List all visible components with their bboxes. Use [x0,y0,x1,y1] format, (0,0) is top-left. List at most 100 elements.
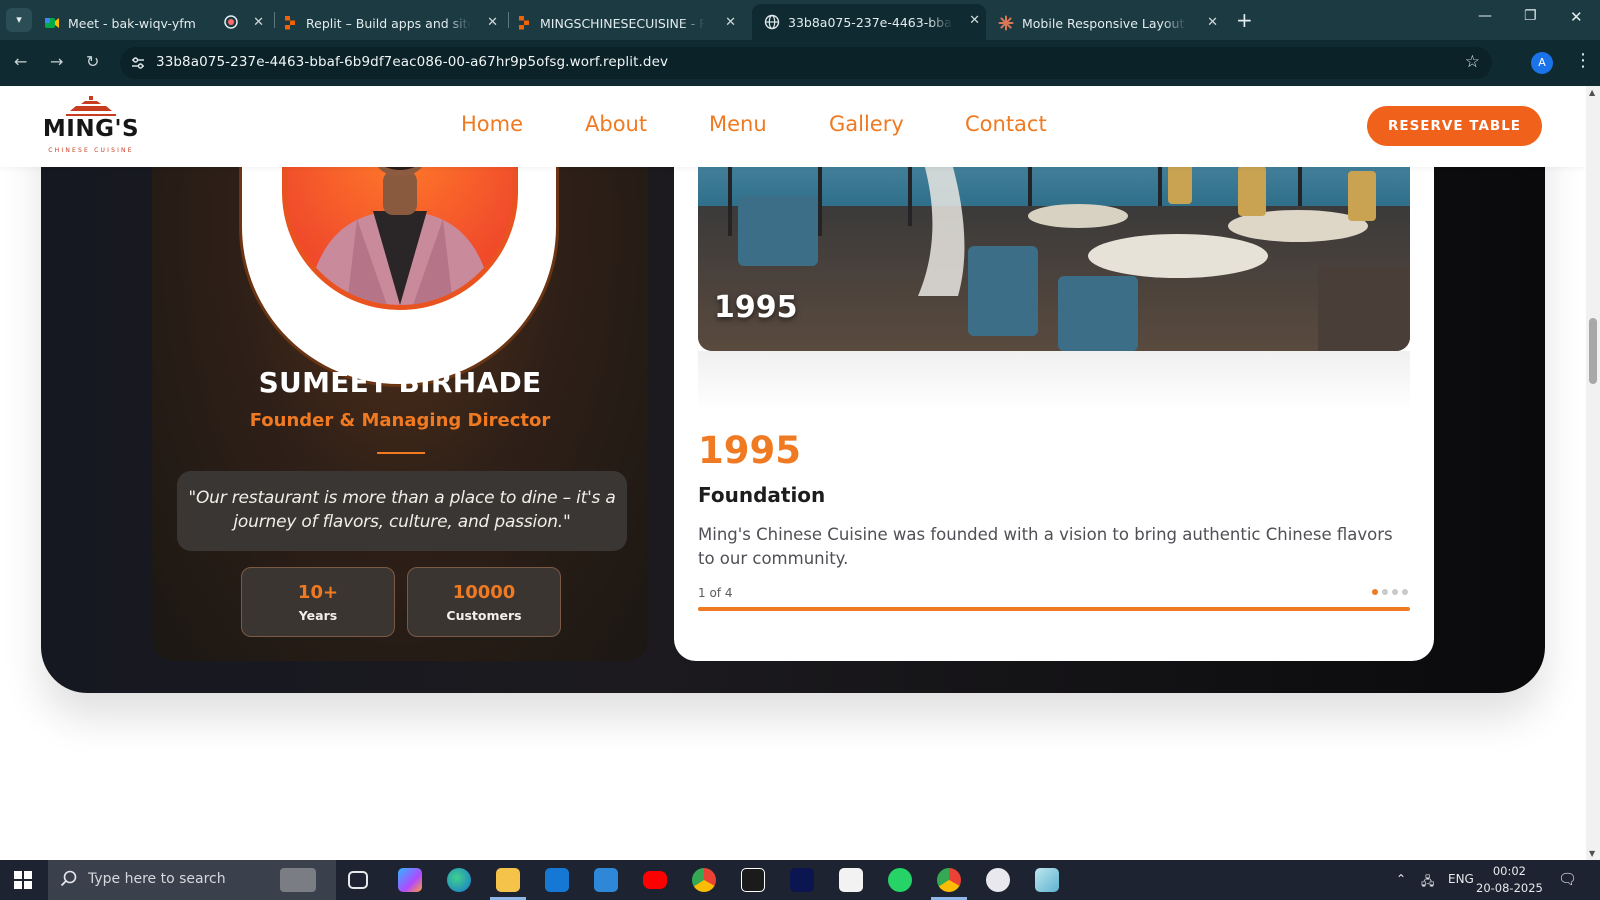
bookmark-star-icon[interactable]: ☆ [1465,52,1480,72]
youtube-icon[interactable] [643,871,667,889]
timeline-year: 1995 [698,429,801,472]
chrome-profile-icon[interactable] [937,868,961,892]
recording-icon [224,15,238,29]
paint-icon[interactable] [986,868,1010,892]
nav-about[interactable]: About [585,112,647,136]
system-clock[interactable]: 00:02 20-08-2025 [1476,863,1543,897]
timeline-dot-3[interactable] [1392,589,1398,595]
new-tab-button[interactable]: + [1236,8,1253,32]
site-info-icon[interactable] [130,55,146,71]
scroll-up-arrow-icon[interactable]: ▲ [1589,88,1595,97]
sony-liv-icon[interactable] [741,868,765,892]
tab-mobile-layout[interactable]: Mobile Responsive Layout Desi ✕ [998,6,1224,40]
profile-avatar[interactable]: A [1531,52,1553,74]
timeline-image-year: 1995 [714,290,798,325]
task-view-icon[interactable] [348,871,368,889]
show-hidden-icons-icon[interactable]: ⌃ [1396,872,1406,886]
browser-address-bar: ← → ↻ 33b8a075-237e-4463-bbaf-6b9df7eac0… [0,40,1600,86]
globe-icon [764,14,780,30]
taskbar-search-placeholder: Type here to search [88,871,226,887]
scroll-down-arrow-icon[interactable]: ▼ [1589,849,1595,858]
capcut-icon[interactable] [839,868,863,892]
close-tab-icon[interactable]: ✕ [1207,15,1218,30]
timeline-dot-1[interactable] [1372,589,1378,595]
close-window-button[interactable]: ✕ [1570,8,1583,26]
forward-arrow-icon[interactable]: → [50,52,63,71]
site-header: MING'S CHINESE CUISINE Home About Menu G… [0,86,1586,167]
copilot-icon[interactable] [398,868,422,892]
timeline-image-shadow [698,351,1410,411]
mings-logo[interactable]: MING'S CHINESE CUISINE [42,96,140,158]
reload-icon[interactable]: ↻ [86,52,99,71]
search-icon [60,870,77,887]
stat-customers: 10000 Customers [407,567,561,637]
logo-wordmark: MING'S [42,116,140,142]
clock-time: 00:02 [1492,864,1526,878]
browser-tab-bar: ▾ Meet - bak-wiqv-yfm ✕ Replit – Build a… [0,0,1600,40]
tab-active-page[interactable]: 33b8a075-237e-4463-bbaf-6b9 ✕ [752,4,986,40]
language-indicator[interactable]: ENG [1448,872,1474,886]
founder-divider [377,452,425,454]
founder-role: Founder & Managing Director [249,410,551,431]
file-explorer-icon[interactable] [496,868,520,892]
timeline-title: Foundation [698,483,826,507]
windows-taskbar: Type here to search ⌃ 🖧 ENG 00:02 20-08-… [0,860,1600,900]
timeline-dot-2[interactable] [1382,589,1388,595]
timeline-dot-4[interactable] [1402,589,1408,595]
taskbar-search[interactable]: Type here to search [48,860,336,900]
founder-quote: "Our restaurant is more than a place to … [177,471,627,551]
whatsapp-icon[interactable] [888,868,912,892]
timeline-counter: 1 of 4 [698,586,733,600]
timeline-pagination [1372,589,1408,595]
timeline-description: Ming's Chinese Cuisine was founded with … [698,525,1393,568]
nav-menu[interactable]: Menu [709,112,767,136]
scrollbar-thumb[interactable] [1589,318,1597,384]
stat-label: Years [298,608,338,623]
tab-search-button[interactable]: ▾ [6,8,32,32]
page-viewport: SUMEET BIRHADE Founder & Managing Direct… [0,86,1586,860]
close-tab-icon[interactable]: ✕ [725,15,736,30]
google-meet-icon [45,18,59,28]
chrome-icon[interactable] [692,868,716,892]
notifications-icon[interactable]: 🗨 [1558,870,1577,888]
timeline-progress-bar [698,607,1410,611]
tab-meet[interactable]: Meet - bak-wiqv-yfm ✕ [44,6,270,40]
windows-start-icon[interactable] [14,871,32,889]
browser-menu-icon[interactable]: ⋮ [1574,50,1592,71]
minimize-window-button[interactable]: — [1478,8,1492,24]
close-tab-icon[interactable]: ✕ [253,15,264,30]
timeline-progress-fill [698,607,1410,611]
stat-value: 10000 [452,582,516,603]
page-scrollbar[interactable]: ▲ ▼ [1586,86,1600,860]
pagoda-logo-icon [66,96,116,116]
stat-label: Customers [446,608,522,623]
logo-subtitle: CHINESE CUISINE [48,147,134,154]
nav-contact[interactable]: Contact [965,112,1047,136]
network-icon[interactable]: 🖧 [1421,872,1434,893]
tab-mingschinesecuisine[interactable]: MINGSCHINESECUISINE - Repli ✕ [516,6,742,40]
claude-icon [998,15,1014,31]
close-tab-icon[interactable]: ✕ [969,13,980,28]
url-field[interactable]: 33b8a075-237e-4463-bbaf-6b9df7eac086-00-… [120,47,1492,79]
control-panel-icon[interactable] [594,868,618,892]
replit-icon [285,16,295,30]
back-arrow-icon[interactable]: ← [14,52,27,71]
stat-years: 10+ Years [241,567,395,637]
tab-replit[interactable]: Replit – Build apps and sites wit ✕ [282,6,504,40]
tab-separator [508,12,509,28]
stat-value: 10+ [297,582,339,603]
nav-home[interactable]: Home [461,112,523,136]
camera-widget-icon[interactable] [280,868,316,892]
tab-separator [274,12,275,28]
replit-icon [519,16,529,30]
founder-name: SUMEET BIRHADE [258,366,542,399]
notepad-icon[interactable] [1035,868,1059,892]
outlook-icon[interactable] [545,868,569,892]
nav-gallery[interactable]: Gallery [829,112,904,136]
close-tab-icon[interactable]: ✕ [487,15,498,30]
clock-date: 20-08-2025 [1476,881,1543,895]
edge-icon[interactable] [447,868,471,892]
disney-hotstar-icon[interactable] [790,868,814,892]
restore-window-button[interactable]: ❐ [1524,8,1537,24]
reserve-table-button[interactable]: RESERVE TABLE [1367,106,1542,146]
